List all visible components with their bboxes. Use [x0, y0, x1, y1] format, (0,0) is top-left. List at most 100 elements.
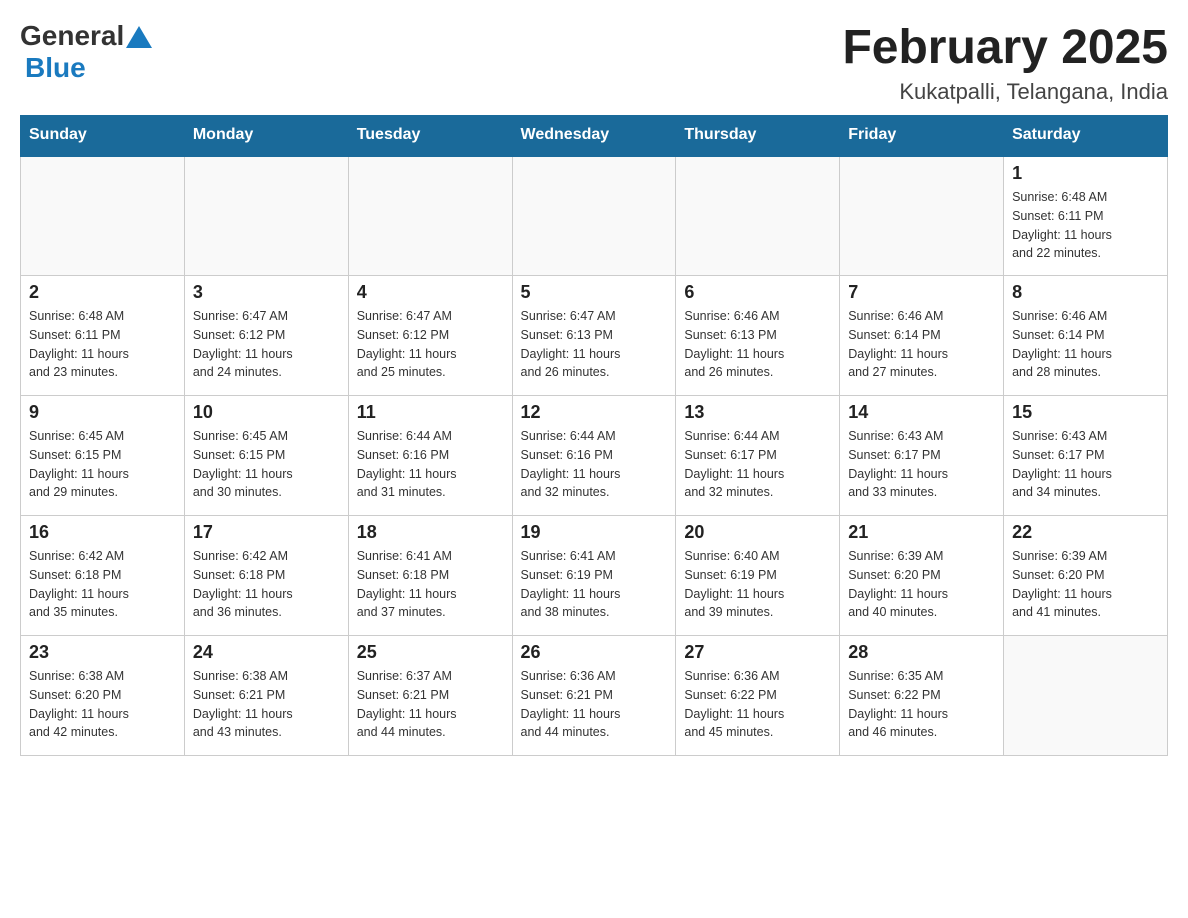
- day-number: 24: [193, 642, 340, 663]
- calendar-cell: [21, 156, 185, 276]
- calendar-cell: 5 Sunrise: 6:47 AMSunset: 6:13 PMDaylight…: [512, 276, 676, 396]
- day-info: Sunrise: 6:44 AMSunset: 6:17 PMDaylight:…: [684, 427, 831, 502]
- calendar-cell: 18Sunrise: 6:41 AMSunset: 6:18 PMDayligh…: [348, 516, 512, 636]
- calendar-cell: 26 Sunrise: 6:36 AMSunset: 6:21 PMDayligh…: [512, 636, 676, 756]
- day-number: 11: [357, 402, 504, 423]
- day-info: Sunrise: 6:42 AMSunset: 6:18 PMDaylight:…: [29, 547, 176, 622]
- day-number: 15: [1012, 402, 1159, 423]
- logo-triangle-icon: [126, 26, 152, 48]
- day-info: Sunrise: 6:46 AMSunset: 6:13 PMDaylight:…: [684, 307, 831, 382]
- weekday-header-wednesday: Wednesday: [512, 116, 676, 156]
- title-block: February 2025 Kukatpalli, Telangana, Ind…: [842, 20, 1168, 105]
- calendar-cell: 20Sunrise: 6:40 AMSunset: 6:19 PMDayligh…: [676, 516, 840, 636]
- day-info: Sunrise: 6:43 AMSunset: 6:17 PMDaylight:…: [848, 427, 995, 502]
- calendar-cell: 6 Sunrise: 6:46 AMSunset: 6:13 PMDaylight…: [676, 276, 840, 396]
- day-number: 14: [848, 402, 995, 423]
- day-info: Sunrise: 6:41 AMSunset: 6:19 PMDaylight:…: [521, 547, 668, 622]
- day-number: 21: [848, 522, 995, 543]
- day-number: 1: [1012, 163, 1159, 184]
- calendar-cell: 28Sunrise: 6:35 AMSunset: 6:22 PMDayligh…: [840, 636, 1004, 756]
- weekday-header-saturday: Saturday: [1004, 116, 1168, 156]
- day-number: 12: [521, 402, 668, 423]
- day-info: Sunrise: 6:47 AMSunset: 6:12 PMDaylight:…: [193, 307, 340, 382]
- weekday-header-monday: Monday: [184, 116, 348, 156]
- day-number: 6: [684, 282, 831, 303]
- calendar-cell: 25 Sunrise: 6:37 AMSunset: 6:21 PMDayligh…: [348, 636, 512, 756]
- day-number: 19: [521, 522, 668, 543]
- day-number: 7: [848, 282, 995, 303]
- day-number: 13: [684, 402, 831, 423]
- day-info: Sunrise: 6:38 AMSunset: 6:21 PMDaylight:…: [193, 667, 340, 742]
- day-number: 8: [1012, 282, 1159, 303]
- day-info: Sunrise: 6:39 AMSunset: 6:20 PMDaylight:…: [848, 547, 995, 622]
- day-number: 9: [29, 402, 176, 423]
- calendar-cell: 13 Sunrise: 6:44 AMSunset: 6:17 PMDayligh…: [676, 396, 840, 516]
- day-info: Sunrise: 6:37 AMSunset: 6:21 PMDaylight:…: [357, 667, 504, 742]
- weekday-header-sunday: Sunday: [21, 116, 185, 156]
- calendar-body: 1 Sunrise: 6:48 AMSunset: 6:11 PMDaylight…: [21, 156, 1168, 756]
- day-info: Sunrise: 6:46 AMSunset: 6:14 PMDaylight:…: [848, 307, 995, 382]
- calendar-week-5: 23Sunrise: 6:38 AMSunset: 6:20 PMDayligh…: [21, 636, 1168, 756]
- calendar-cell: 10Sunrise: 6:45 AMSunset: 6:15 PMDayligh…: [184, 396, 348, 516]
- calendar-header: SundayMondayTuesdayWednesdayThursdayFrid…: [21, 116, 1168, 156]
- calendar-cell: 12 Sunrise: 6:44 AMSunset: 6:16 PMDayligh…: [512, 396, 676, 516]
- calendar-cell: 8 Sunrise: 6:46 AMSunset: 6:14 PMDaylight…: [1004, 276, 1168, 396]
- weekday-header-row: SundayMondayTuesdayWednesdayThursdayFrid…: [21, 116, 1168, 156]
- day-number: 4: [357, 282, 504, 303]
- day-number: 23: [29, 642, 176, 663]
- day-info: Sunrise: 6:36 AMSunset: 6:21 PMDaylight:…: [521, 667, 668, 742]
- calendar-week-2: 2 Sunrise: 6:48 AMSunset: 6:11 PMDaylight…: [21, 276, 1168, 396]
- day-info: Sunrise: 6:36 AMSunset: 6:22 PMDaylight:…: [684, 667, 831, 742]
- calendar-cell: 17 Sunrise: 6:42 AMSunset: 6:18 PMDayligh…: [184, 516, 348, 636]
- day-info: Sunrise: 6:45 AMSunset: 6:15 PMDaylight:…: [193, 427, 340, 502]
- calendar-cell: 19 Sunrise: 6:41 AMSunset: 6:19 PMDayligh…: [512, 516, 676, 636]
- day-info: Sunrise: 6:41 AMSunset: 6:18 PMDaylight:…: [357, 547, 504, 622]
- day-number: 2: [29, 282, 176, 303]
- calendar-cell: [676, 156, 840, 276]
- day-info: Sunrise: 6:46 AMSunset: 6:14 PMDaylight:…: [1012, 307, 1159, 382]
- day-info: Sunrise: 6:43 AMSunset: 6:17 PMDaylight:…: [1012, 427, 1159, 502]
- logo: General Blue: [20, 20, 152, 84]
- day-info: Sunrise: 6:42 AMSunset: 6:18 PMDaylight:…: [193, 547, 340, 622]
- calendar-cell: 16 Sunrise: 6:42 AMSunset: 6:18 PMDayligh…: [21, 516, 185, 636]
- calendar-cell: 22 Sunrise: 6:39 AMSunset: 6:20 PMDayligh…: [1004, 516, 1168, 636]
- calendar-cell: 2 Sunrise: 6:48 AMSunset: 6:11 PMDaylight…: [21, 276, 185, 396]
- calendar-week-4: 16 Sunrise: 6:42 AMSunset: 6:18 PMDayligh…: [21, 516, 1168, 636]
- day-number: 25: [357, 642, 504, 663]
- weekday-header-thursday: Thursday: [676, 116, 840, 156]
- day-info: Sunrise: 6:48 AMSunset: 6:11 PMDaylight:…: [1012, 188, 1159, 263]
- calendar-cell: 7 Sunrise: 6:46 AMSunset: 6:14 PMDaylight…: [840, 276, 1004, 396]
- calendar-cell: 24 Sunrise: 6:38 AMSunset: 6:21 PMDayligh…: [184, 636, 348, 756]
- calendar-cell: 4Sunrise: 6:47 AMSunset: 6:12 PMDaylight…: [348, 276, 512, 396]
- calendar-week-3: 9 Sunrise: 6:45 AMSunset: 6:15 PMDaylight…: [21, 396, 1168, 516]
- calendar-week-1: 1 Sunrise: 6:48 AMSunset: 6:11 PMDaylight…: [21, 156, 1168, 276]
- calendar-cell: 11 Sunrise: 6:44 AMSunset: 6:16 PMDayligh…: [348, 396, 512, 516]
- day-info: Sunrise: 6:39 AMSunset: 6:20 PMDaylight:…: [1012, 547, 1159, 622]
- day-number: 20: [684, 522, 831, 543]
- weekday-header-friday: Friday: [840, 116, 1004, 156]
- day-info: Sunrise: 6:48 AMSunset: 6:11 PMDaylight:…: [29, 307, 176, 382]
- day-number: 5: [521, 282, 668, 303]
- page-header: General Blue February 2025 Kukatpalli, T…: [20, 20, 1168, 105]
- day-info: Sunrise: 6:47 AMSunset: 6:13 PMDaylight:…: [521, 307, 668, 382]
- calendar-cell: 21 Sunrise: 6:39 AMSunset: 6:20 PMDayligh…: [840, 516, 1004, 636]
- calendar-subtitle: Kukatpalli, Telangana, India: [842, 79, 1168, 105]
- calendar-cell: 15 Sunrise: 6:43 AMSunset: 6:17 PMDayligh…: [1004, 396, 1168, 516]
- calendar-cell: [184, 156, 348, 276]
- day-number: 16: [29, 522, 176, 543]
- day-number: 3: [193, 282, 340, 303]
- day-number: 28: [848, 642, 995, 663]
- calendar-table: SundayMondayTuesdayWednesdayThursdayFrid…: [20, 115, 1168, 756]
- calendar-cell: [512, 156, 676, 276]
- day-number: 17: [193, 522, 340, 543]
- calendar-cell: [840, 156, 1004, 276]
- logo-blue-text: Blue: [25, 52, 86, 83]
- calendar-title: February 2025: [842, 20, 1168, 75]
- day-info: Sunrise: 6:44 AMSunset: 6:16 PMDaylight:…: [521, 427, 668, 502]
- calendar-cell: [1004, 636, 1168, 756]
- calendar-cell: 1 Sunrise: 6:48 AMSunset: 6:11 PMDaylight…: [1004, 156, 1168, 276]
- calendar-cell: [348, 156, 512, 276]
- day-number: 26: [521, 642, 668, 663]
- day-number: 22: [1012, 522, 1159, 543]
- day-info: Sunrise: 6:44 AMSunset: 6:16 PMDaylight:…: [357, 427, 504, 502]
